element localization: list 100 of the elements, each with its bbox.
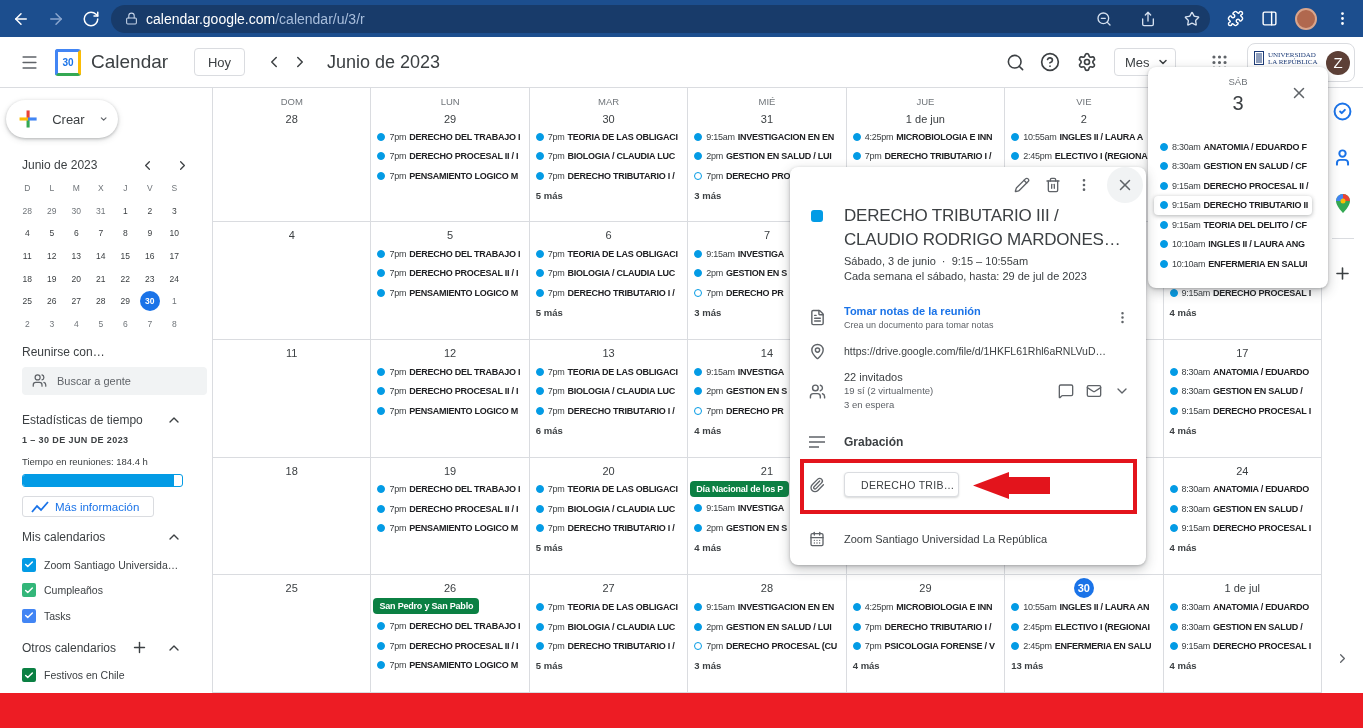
more-events-link[interactable]: 5 más [529,185,569,205]
mini-calendar-day[interactable]: 1 [115,200,136,221]
calendar-event[interactable]: 8:30am ANATOMIA / EDUARDO [1163,597,1313,617]
calendar-event[interactable]: 9:15am DERECHO PROCESAL II / [1154,176,1313,196]
close-button[interactable] [1107,167,1143,203]
calendar-event[interactable]: 10:10am ENFERMERIA EN SALUI [1154,254,1312,274]
calendar-event[interactable]: 7pm DERECHO DEL TRABAJO I [371,361,525,382]
calendar-event[interactable]: 2:45pm ENFERMERIA EN SALU [1005,636,1156,656]
more-info-button[interactable]: Más información [22,496,154,518]
more-events-link[interactable]: 3 más [688,302,728,322]
mini-calendar-day[interactable]: 28 [17,200,38,221]
date-number[interactable]: 29 [919,582,932,595]
more-events-link[interactable]: 5 más [529,655,569,676]
calendar-event[interactable]: 7pm DERECHO TRIBUTARIO I / [529,636,679,656]
mini-calendar-day[interactable]: 5 [90,313,111,334]
mail-icon[interactable] [1086,383,1102,399]
mini-calendar-day[interactable]: 27 [66,291,87,312]
calendar-event[interactable]: 7pm TEORIA DE LAS OBLIGACI [529,244,682,264]
calendar-checkbox[interactable] [22,608,36,623]
calendar-event[interactable]: 9:15am DERECHO TRIBUTARIO II [1154,195,1313,215]
all-day-event[interactable]: Día Nacional de los P [690,480,790,497]
date-number[interactable]: 1 de jun [905,112,945,125]
contacts-icon[interactable] [1333,148,1352,167]
calendar-event[interactable]: 7pm BIOLOGIA / CLAUDIA LUC [529,381,679,401]
date-number[interactable]: 30 [602,112,615,125]
people-search-field[interactable]: Buscar a gente [22,367,207,396]
mini-calendar-day[interactable]: 29 [41,200,62,221]
calendar-event[interactable]: 7pm DERECHO PROCESAL II / I [371,635,523,656]
date-number[interactable]: 18 [285,464,298,477]
tasks-icon[interactable] [1333,102,1352,121]
mini-calendar-day[interactable]: 19 [41,268,62,289]
calendar-event[interactable]: 7pm TEORIA DE LAS OBLIGACI [529,597,682,617]
date-number[interactable]: 12 [444,346,457,359]
help-icon[interactable] [1040,52,1060,72]
calendar-event[interactable]: 7pm DERECHO PROCESAL II / I [371,499,523,519]
map-pin-icon[interactable] [1335,194,1350,213]
more-events-link[interactable]: 4 más [1163,538,1203,558]
calendar-event[interactable]: 2pm GESTION EN S [688,263,792,283]
mini-calendar-day[interactable]: 3 [41,313,62,334]
mini-calendar-day[interactable]: 8 [115,223,136,244]
mini-calendar-day[interactable]: 2 [17,313,38,334]
calendar-event[interactable]: 7pm DERECHO PROCESAL (CU [688,636,841,656]
calendar-event[interactable]: 7pm DERECHO TRIBUTARIO I / [846,146,996,166]
calendar-checkbox[interactable] [22,668,36,683]
more-events-link[interactable]: 4 más [1163,302,1203,322]
calendar-event[interactable]: 8:30am ANATOMIA / EDUARDO [1163,361,1313,382]
date-number[interactable]: 26 [444,582,457,595]
mini-calendar-day[interactable]: 26 [41,291,62,312]
event-location[interactable]: https://drive.google.com/file/d/1HKFL61Rhl6aRNLVuD… [844,341,1130,361]
calendar-checkbox[interactable] [22,583,36,598]
calendar-event[interactable]: 7pm BIOLOGIA / CLAUDIA LUC [529,499,679,519]
calendar-event[interactable]: 8:30am GESTION EN SALUD / [1163,499,1307,519]
calendar-event[interactable]: 7pm DERECHO DEL TRABAJO I [371,127,525,147]
date-number[interactable]: 17 [1236,346,1249,359]
mini-calendar-day[interactable]: 23 [139,268,160,289]
calendar-event[interactable]: 10:10am INGLES II / LAURA ANG [1154,234,1309,254]
attachment-chip[interactable]: DERECHO TRIB… [844,472,959,497]
date-number[interactable]: 25 [285,582,298,595]
calendar-event[interactable]: 2:45pm ELECTIVO I (REGIONA [1005,146,1152,166]
calendar-event[interactable]: 7pm PENSAMIENTO LOGICO M [371,283,523,303]
calendar-event[interactable]: 9:15am INVESTIGACION EN EN [688,127,839,147]
date-number[interactable]: 11 [286,346,298,359]
calendar-event[interactable]: 9:15am INVESTIGACION EN EN [688,597,839,617]
calendar-event[interactable]: 9:15am INVESTIGA [688,361,789,382]
calendar-event[interactable]: 7pm PENSAMIENTO LOGICO M [371,518,523,538]
mini-calendar-day[interactable]: 16 [139,246,160,267]
mini-calendar-day[interactable]: 6 [66,223,87,244]
puzzle-icon[interactable] [1227,10,1245,27]
mini-calendar-day[interactable]: 22 [115,268,136,289]
date-number[interactable]: 4 [288,229,295,241]
reload-icon[interactable] [82,9,100,28]
more-events-link[interactable]: 5 más [529,302,569,322]
star-icon[interactable] [1184,10,1201,27]
date-number[interactable]: 27 [602,582,615,595]
take-notes-link[interactable]: Tomar notas de la reunión [844,304,981,319]
more-events-link[interactable]: 5 más [529,538,569,558]
calendar-event[interactable]: 7pm TEORIA DE LAS OBLIGACI [529,127,682,147]
calendar-event[interactable]: 8:30am GESTION EN SALUD / [1163,381,1307,401]
calendar-event[interactable]: 10:55am INGLES II / LAURA A [1005,127,1147,147]
date-number[interactable]: 28 [285,112,298,125]
calendar-event[interactable]: 7pm DERECHO TRIBUTARIO I / [529,400,679,421]
mini-calendar-day[interactable]: 5 [41,223,62,244]
date-number[interactable]: 7 [763,229,771,241]
calendar-event[interactable]: 7pm TEORIA DE LAS OBLIGACI [529,479,682,499]
calendar-event[interactable]: 8:30am GESTION EN SALUD / [1163,616,1307,637]
date-number[interactable]: 2 [1080,112,1087,125]
more-events-link[interactable]: 4 más [688,537,728,557]
mini-calendar-day[interactable]: 4 [66,313,87,334]
calendar-event[interactable]: 2pm GESTION EN S [688,381,792,401]
calendar-event[interactable]: 9:15am DERECHO PROCESAL I [1163,636,1315,656]
calendar-event[interactable]: 7pm PENSAMIENTO LOGICO M [371,166,523,186]
date-number[interactable]: 20 [602,464,615,477]
mini-calendar-day[interactable]: 17 [164,246,185,267]
mini-calendar-day[interactable]: 7 [139,313,160,334]
calendar-event[interactable]: 7pm DERECHO PRO [688,166,795,186]
date-number[interactable]: 13 [602,346,615,359]
mini-calendar-day[interactable]: 25 [17,291,38,312]
calendar-event[interactable]: 7pm DERECHO DEL TRABAJO I [371,244,525,264]
calendar-event[interactable]: 7pm TEORIA DE LAS OBLIGACI [529,361,682,382]
calendar-event[interactable]: 7pm DERECHO TRIBUTARIO I / [529,518,679,538]
